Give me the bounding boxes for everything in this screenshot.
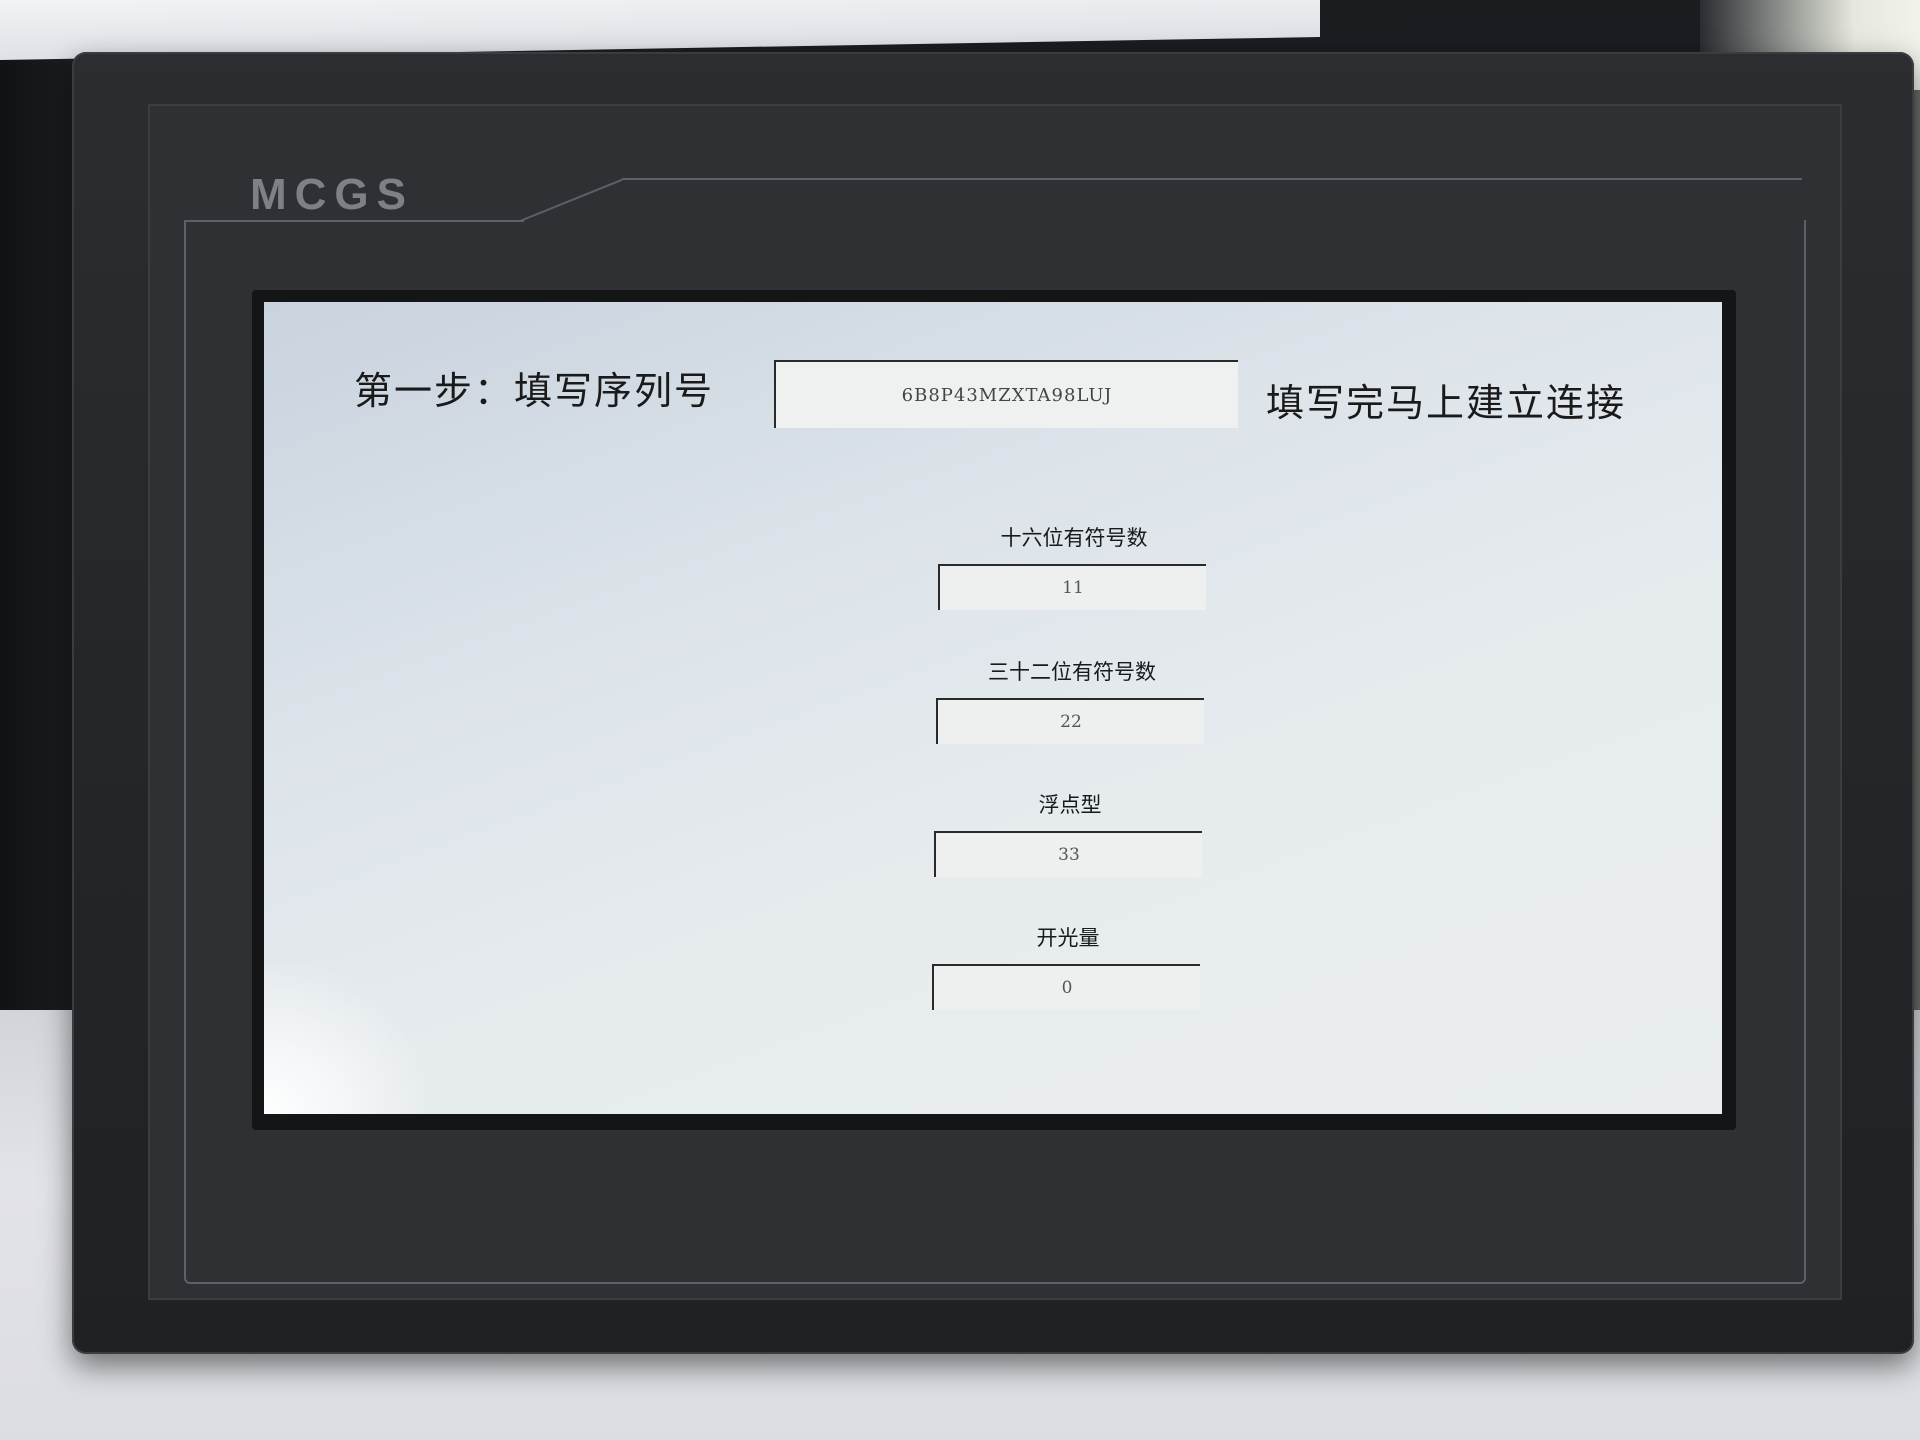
field-int16-label: 十六位有符号数 [1000, 526, 1148, 550]
field-int32: 三十二位有符号数 22 [936, 656, 1208, 744]
screen-frame: 第一步：填写序列号 6B8P43MZXTA98LUJ 填写完马上建立连接 十六位… [252, 290, 1736, 1130]
hmi-device: MCGS 第一步：填写序列号 6B8P43MZXTA98LUJ 填写完马上建立连… [72, 52, 1914, 1354]
screen-glare [264, 964, 424, 1114]
field-int32-label: 三十二位有符号数 [988, 660, 1156, 684]
field-int32-input[interactable]: 22 [936, 698, 1204, 744]
hmi-screen: 第一步：填写序列号 6B8P43MZXTA98LUJ 填写完马上建立连接 十六位… [264, 302, 1722, 1114]
field-int16-input[interactable]: 11 [938, 564, 1206, 610]
brand-logo: MCGS [250, 170, 414, 219]
field-int16: 十六位有符号数 11 [938, 522, 1210, 610]
bezel-trim [622, 178, 1802, 180]
step-label: 第一步：填写序列号 [354, 369, 715, 413]
field-float-label: 浮点型 [1038, 793, 1102, 817]
background-paper [0, 0, 1320, 61]
serial-number-value: 6B8P43MZXTA98LUJ [901, 384, 1113, 406]
connect-label: 填写完马上建立连接 [1266, 381, 1627, 425]
field-switch-label: 开光量 [1036, 926, 1100, 950]
field-switch: 开光量 0 [932, 922, 1204, 1010]
field-float: 浮点型 33 [934, 789, 1206, 877]
serial-number-input[interactable]: 6B8P43MZXTA98LUJ [774, 360, 1238, 428]
field-float-input[interactable]: 33 [934, 831, 1202, 877]
field-switch-input[interactable]: 0 [932, 964, 1200, 1010]
